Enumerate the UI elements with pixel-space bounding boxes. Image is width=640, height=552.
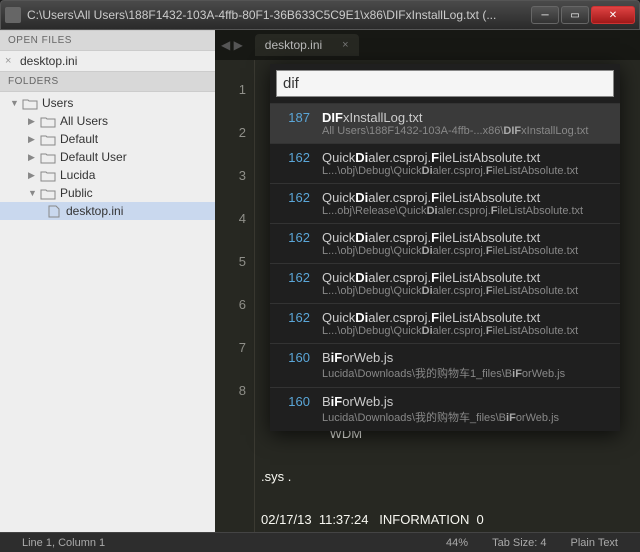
chevron-icon: ▶ [28,170,38,181]
folder-item[interactable]: ▶ Default User [0,148,215,166]
goto-result-item[interactable]: 162 QuickDialer.csproj.FileListAbsolute.t… [270,303,620,343]
status-tabsize[interactable]: Tab Size: 4 [480,537,558,549]
window-buttons: ─ ▭ ✕ [531,6,635,24]
result-score: 160 [280,350,310,381]
result-path: Lucida\Downloads\我的购物车1_files\BiForWeb.j… [322,365,610,381]
status-syntax[interactable]: Plain Text [559,537,631,549]
result-path: L...obj\Release\QuickDialer.csproj.FileL… [322,205,610,217]
status-bar: Line 1, Column 1 44% Tab Size: 4 Plain T… [0,532,640,552]
goto-results: 187 DIFxInstallLog.txtAll Users\188F1432-… [270,103,620,431]
tree-label: Lucida [60,168,95,182]
folder-icon [40,133,56,146]
folder-icon [40,187,56,200]
result-path: L...\obj\Debug\QuickDialer.csproj.FileLi… [322,285,610,297]
result-path: All Users\188F1432-103A-4ffb-...x86\DIFx… [322,125,610,137]
tree-label: Default [60,132,98,146]
goto-result-item[interactable]: 187 DIFxInstallLog.txtAll Users\188F1432-… [270,103,620,143]
result-score: 162 [280,310,310,337]
tree-label: desktop.ini [66,204,123,218]
goto-result-item[interactable]: 162 QuickDialer.csproj.FileListAbsolute.t… [270,143,620,183]
goto-result-item[interactable]: 160 BiForWeb.jsLucida\Downloads\我的购物车_fil… [270,387,620,431]
open-file-item[interactable]: × desktop.ini [0,51,215,71]
editor-pane: ◀ ▶ desktop.ini × 12345678 4B- WDM WDM .… [215,30,640,532]
result-filename: QuickDialer.csproj.FileListAbsolute.txt [322,230,610,245]
status-position[interactable]: Line 1, Column 1 [10,537,117,549]
titlebar[interactable]: C:\Users\All Users\188F1432-103A-4ffb-80… [0,0,640,30]
tree-label: All Users [60,114,108,128]
close-button[interactable]: ✕ [591,6,635,24]
goto-result-item[interactable]: 162 QuickDialer.csproj.FileListAbsolute.t… [270,183,620,223]
result-filename: DIFxInstallLog.txt [322,110,610,125]
goto-result-item[interactable]: 162 QuickDialer.csproj.FileListAbsolute.t… [270,263,620,303]
folder-icon [40,169,56,182]
result-filename: QuickDialer.csproj.FileListAbsolute.txt [322,270,610,285]
sidebar: OPEN FILES × desktop.ini FOLDERS ▼ Users ▶… [0,30,215,532]
tab-close-icon[interactable]: × [342,39,348,51]
tab-active[interactable]: desktop.ini × [255,34,359,56]
goto-result-item[interactable]: 160 BiForWeb.jsLucida\Downloads\我的购物车1_fi… [270,343,620,387]
folder-item[interactable]: ▼ Public [0,184,215,202]
result-score: 162 [280,190,310,217]
result-filename: BiForWeb.js [322,394,610,409]
folder-tree: ▼ Users ▶ All Users ▶ Default ▶ Default User ▶ Lu… [0,92,215,532]
folder-icon [40,151,56,164]
goto-search-input[interactable]: dif [276,70,614,97]
result-path: Lucida\Downloads\我的购物车_files\BiForWeb.js [322,409,610,425]
folder-item[interactable]: ▶ Default [0,130,215,148]
result-filename: QuickDialer.csproj.FileListAbsolute.txt [322,150,610,165]
chevron-icon: ▼ [10,98,20,108]
result-score: 162 [280,150,310,177]
open-files-header: OPEN FILES [0,30,215,51]
file-item[interactable]: desktop.ini [0,202,215,220]
app-icon [5,7,21,23]
nav-arrows[interactable]: ◀ ▶ [221,38,243,52]
result-filename: QuickDialer.csproj.FileListAbsolute.txt [322,310,610,325]
goto-anything-overlay: dif 187 DIFxInstallLog.txtAll Users\188F1… [270,64,620,431]
folder-icon [22,97,38,110]
folders-header: FOLDERS [0,71,215,92]
result-path: L...\obj\Debug\QuickDialer.csproj.FileLi… [322,165,610,177]
result-path: L...\obj\Debug\QuickDialer.csproj.FileLi… [322,325,610,337]
folder-item[interactable]: ▶ All Users [0,112,215,130]
result-filename: QuickDialer.csproj.FileListAbsolute.txt [322,190,610,205]
result-score: 160 [280,394,310,425]
folder-item[interactable]: ▶ Lucida [0,166,215,184]
result-score: 162 [280,270,310,297]
maximize-button[interactable]: ▭ [561,6,589,24]
chevron-icon: ▼ [28,188,38,198]
folder-item[interactable]: ▼ Users [0,94,215,112]
tab-label: desktop.ini [265,38,322,52]
file-icon [46,205,62,218]
main-area: OPEN FILES × desktop.ini FOLDERS ▼ Users ▶… [0,30,640,532]
close-file-icon[interactable]: × [5,55,11,67]
status-zoom[interactable]: 44% [434,537,480,549]
window-title: C:\Users\All Users\188F1432-103A-4ffb-80… [27,8,531,22]
tree-label: Public [60,186,93,200]
tree-label: Default User [60,150,127,164]
tree-label: Users [42,96,73,110]
result-score: 187 [280,110,310,137]
chevron-icon: ▶ [28,152,38,163]
open-file-name: desktop.ini [20,54,77,68]
line-gutter: 12345678 [215,60,255,532]
minimize-button[interactable]: ─ [531,6,559,24]
result-score: 162 [280,230,310,257]
tab-bar: ◀ ▶ desktop.ini × [215,30,640,60]
chevron-icon: ▶ [28,134,38,145]
chevron-icon: ▶ [28,116,38,127]
result-path: L...\obj\Debug\QuickDialer.csproj.FileLi… [322,245,610,257]
folder-icon [40,115,56,128]
result-filename: BiForWeb.js [322,350,610,365]
goto-result-item[interactable]: 162 QuickDialer.csproj.FileListAbsolute.t… [270,223,620,263]
